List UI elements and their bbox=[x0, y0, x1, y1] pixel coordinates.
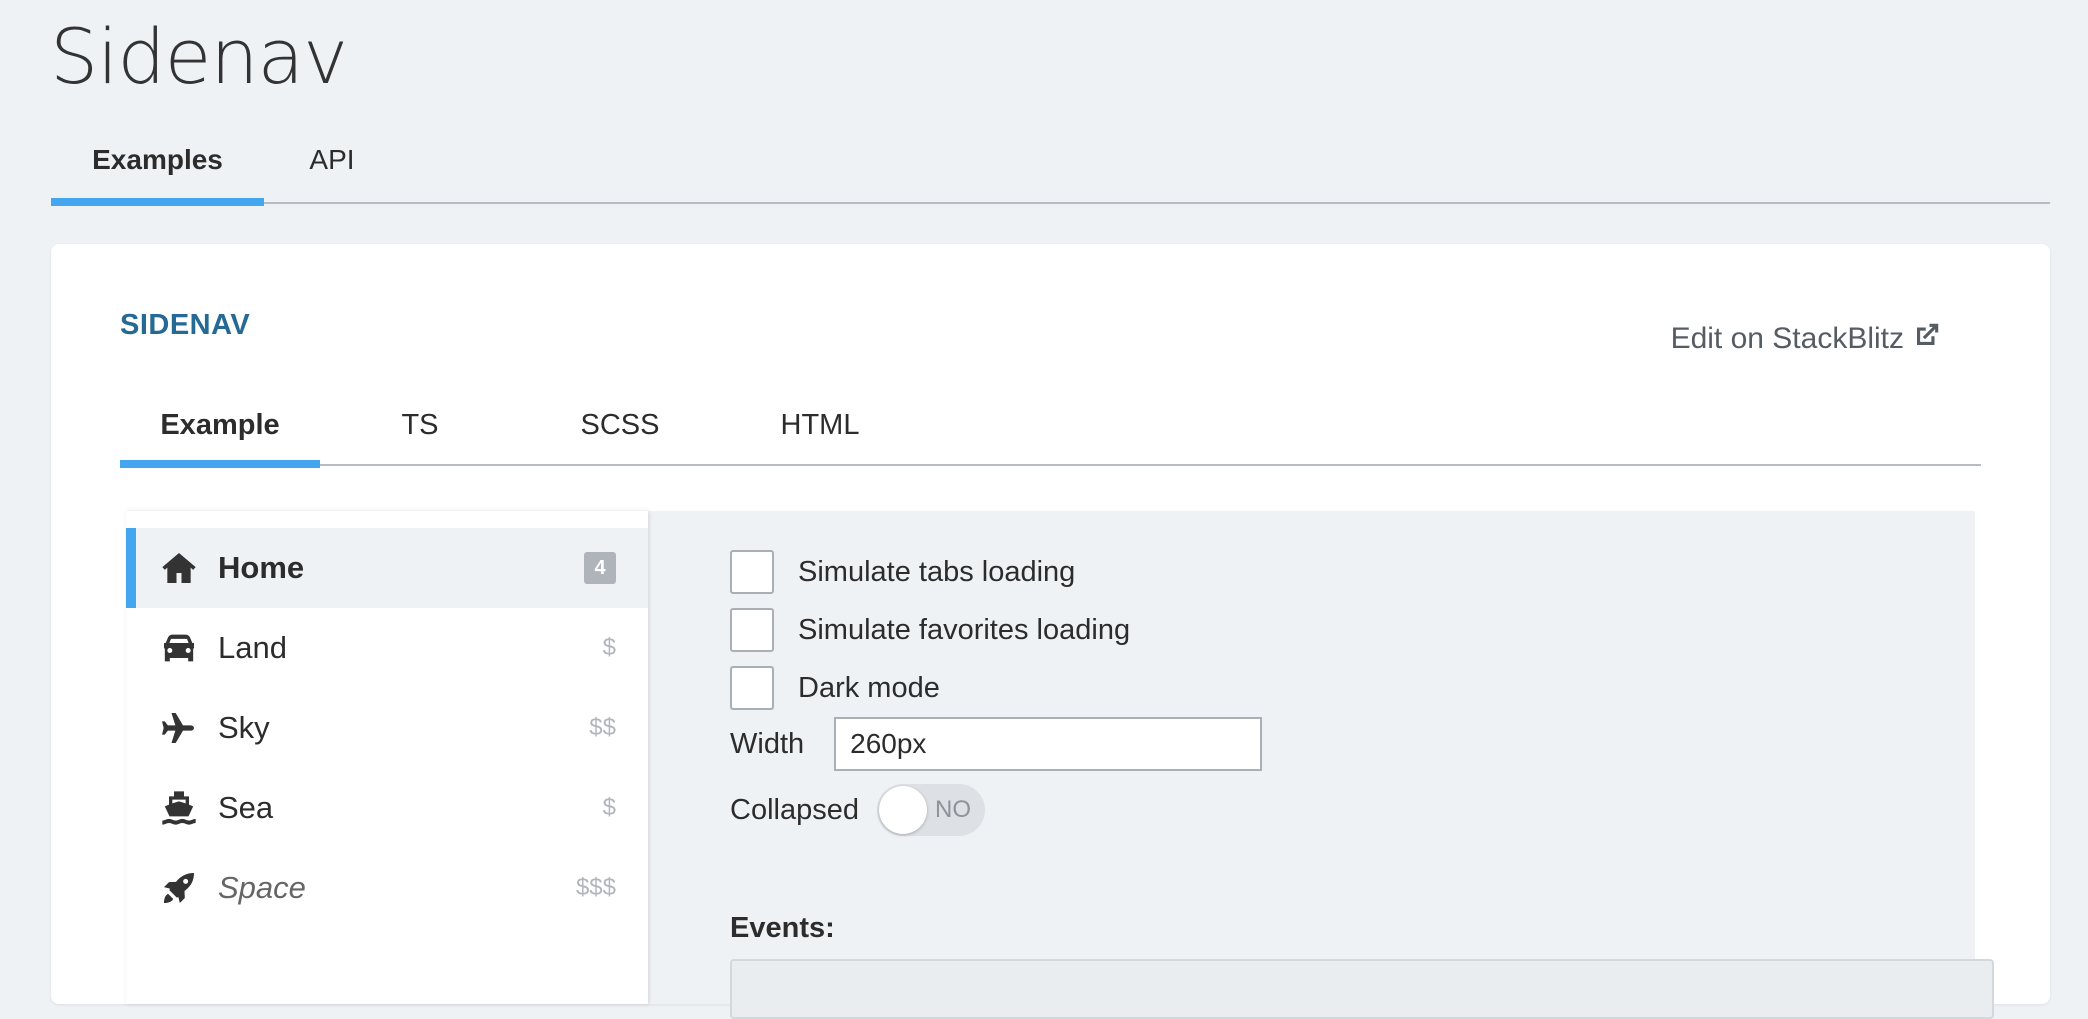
page-title: Sidenav bbox=[50, 12, 348, 101]
sidenav-item-sea[interactable]: Sea $ bbox=[126, 768, 648, 848]
toggle-knob bbox=[878, 786, 927, 834]
dark-mode-row: Dark mode bbox=[730, 666, 940, 710]
width-input[interactable] bbox=[834, 717, 1263, 771]
simulate-tabs-loading-label: Simulate tabs loading bbox=[798, 555, 1076, 588]
collapsed-label: Collapsed bbox=[730, 793, 859, 826]
simulate-favorites-loading-row: Simulate favorites loading bbox=[730, 608, 1130, 652]
rocket-icon bbox=[159, 868, 199, 908]
example-card: SIDENAV Edit on StackBlitz Example TS SC… bbox=[51, 244, 2050, 1019]
sidenav-item-label: Sky bbox=[218, 710, 270, 745]
sidenav-item-land[interactable]: Land $ bbox=[126, 608, 648, 688]
price-indicator: $ bbox=[602, 794, 616, 821]
toggle-state-text: NO bbox=[934, 796, 971, 823]
simulate-favorites-loading-label: Simulate favorites loading bbox=[798, 613, 1131, 646]
collapsed-row: Collapsed NO bbox=[730, 784, 985, 836]
collapsed-toggle[interactable]: NO bbox=[876, 784, 985, 836]
count-badge: 4 bbox=[584, 552, 616, 584]
tab-example[interactable]: Example bbox=[120, 389, 320, 468]
edit-link-label: Edit on StackBlitz bbox=[1670, 322, 1904, 355]
section-title: SIDENAV bbox=[120, 309, 251, 341]
ship-icon bbox=[159, 788, 199, 828]
simulate-tabs-loading-checkbox[interactable] bbox=[730, 550, 774, 594]
simulate-tabs-loading-row: Simulate tabs loading bbox=[730, 550, 1075, 594]
sidenav-item-label: Sea bbox=[218, 790, 274, 825]
tab-examples[interactable]: Examples bbox=[51, 128, 264, 206]
tab-html[interactable]: HTML bbox=[720, 389, 920, 466]
car-icon bbox=[159, 628, 199, 668]
sidenav-item-space[interactable]: Space $$$ bbox=[126, 848, 648, 928]
events-log bbox=[730, 959, 1994, 1019]
price-indicator: $$$ bbox=[575, 874, 616, 901]
sidenav: Home 4 Land $ Sky $$ Sea $ Space $$$ bbox=[126, 511, 648, 1004]
home-icon bbox=[159, 548, 199, 588]
width-row: Width bbox=[730, 717, 1263, 771]
demo-area: Home 4 Land $ Sky $$ Sea $ Space $$$ Sim… bbox=[126, 511, 1994, 1019]
tab-ts[interactable]: TS bbox=[320, 389, 520, 466]
external-link-icon bbox=[1912, 320, 1942, 358]
price-indicator: $ bbox=[602, 634, 616, 661]
plane-icon bbox=[159, 708, 199, 748]
sidenav-item-label: Land bbox=[218, 630, 287, 665]
events-label: Events: bbox=[730, 912, 835, 944]
sidenav-item-sky[interactable]: Sky $$ bbox=[126, 688, 648, 768]
price-indicator: $$ bbox=[589, 714, 616, 741]
tab-api[interactable]: API bbox=[264, 128, 400, 204]
page-tabs: Examples API bbox=[51, 128, 2050, 206]
simulate-favorites-loading-checkbox[interactable] bbox=[730, 608, 774, 652]
edit-on-stackblitz-link[interactable]: Edit on StackBlitz bbox=[1671, 320, 1942, 358]
sidenav-item-label: Home bbox=[218, 550, 305, 585]
width-label: Width bbox=[730, 727, 805, 760]
tab-scss[interactable]: SCSS bbox=[520, 389, 720, 466]
dark-mode-label: Dark mode bbox=[798, 671, 940, 704]
sidenav-item-home[interactable]: Home 4 bbox=[126, 528, 648, 608]
code-tabs: Example TS SCSS HTML bbox=[120, 389, 1981, 468]
sidenav-item-label: Space bbox=[218, 870, 306, 905]
dark-mode-checkbox[interactable] bbox=[730, 666, 774, 710]
